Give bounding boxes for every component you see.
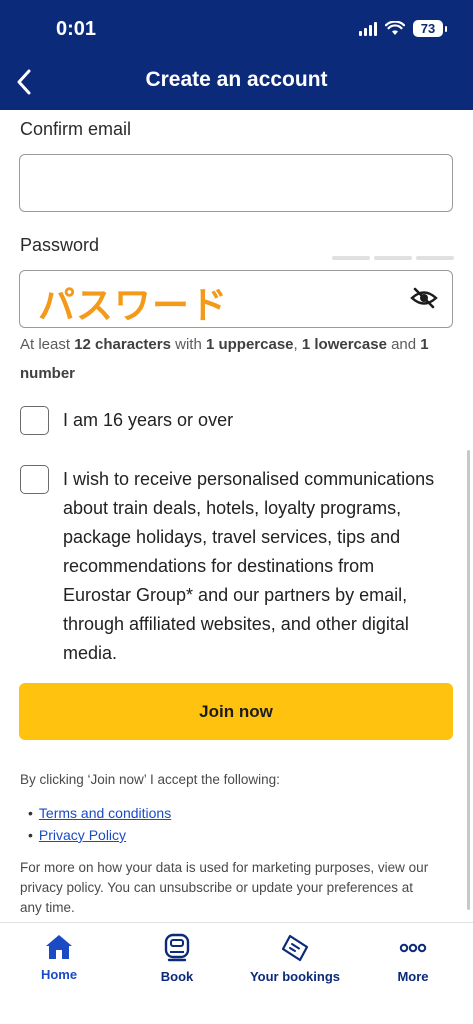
legal-links: Terms and conditions Privacy Policy (28, 802, 171, 846)
confirm-email-field[interactable] (19, 154, 453, 212)
terms-link[interactable]: Terms and conditions (39, 805, 171, 821)
password-field[interactable]: パスワード (19, 270, 453, 328)
bottom-tab-bar: Home Book Your bookings More (0, 922, 473, 1024)
tab-book[interactable]: Book (118, 933, 236, 984)
page-title: Create an account (145, 68, 328, 91)
list-item: Privacy Policy (28, 824, 171, 846)
battery-indicator: 73 (413, 20, 447, 37)
privacy-policy-link[interactable]: Privacy Policy (39, 827, 126, 843)
status-bar: 0:01 73 (0, 0, 473, 56)
join-now-button[interactable]: Join now (19, 683, 453, 740)
ticket-icon (281, 934, 309, 962)
password-visibility-toggle[interactable] (410, 287, 438, 314)
status-icons: 73 (359, 20, 447, 37)
wifi-icon (385, 21, 405, 35)
list-item: Terms and conditions (28, 802, 171, 824)
tab-more[interactable]: More (354, 933, 472, 984)
status-time: 0:01 (56, 18, 97, 40)
home-icon (46, 935, 72, 959)
age-checkbox-label: I am 16 years or over (63, 410, 234, 430)
nav-header: Create an account (0, 58, 473, 106)
top-bar: 0:01 73 Create an account (0, 0, 473, 110)
eye-off-icon (410, 287, 438, 309)
marketing-data-note: For more on how your data is used for ma… (20, 860, 429, 915)
tab-your-bookings[interactable]: Your bookings (236, 933, 354, 984)
tab-home[interactable]: Home (0, 933, 118, 982)
more-dots-icon (399, 943, 427, 953)
train-icon (164, 933, 190, 962)
marketing-checkbox[interactable] (20, 465, 49, 494)
age-checkbox[interactable] (20, 406, 49, 435)
legal-intro: By clicking ‘Join now’ I accept the foll… (20, 772, 280, 787)
scrollbar[interactable] (467, 450, 470, 910)
signal-icon (359, 21, 377, 36)
password-label: Password (20, 235, 100, 255)
password-value: パスワード (38, 285, 228, 326)
marketing-checkbox-label: I wish to receive personalised communica… (63, 469, 435, 663)
confirm-email-label: Confirm email (20, 119, 132, 139)
password-strength-meter (332, 256, 454, 260)
password-requirements: At least 12 characters with 1 uppercase,… (20, 336, 429, 382)
